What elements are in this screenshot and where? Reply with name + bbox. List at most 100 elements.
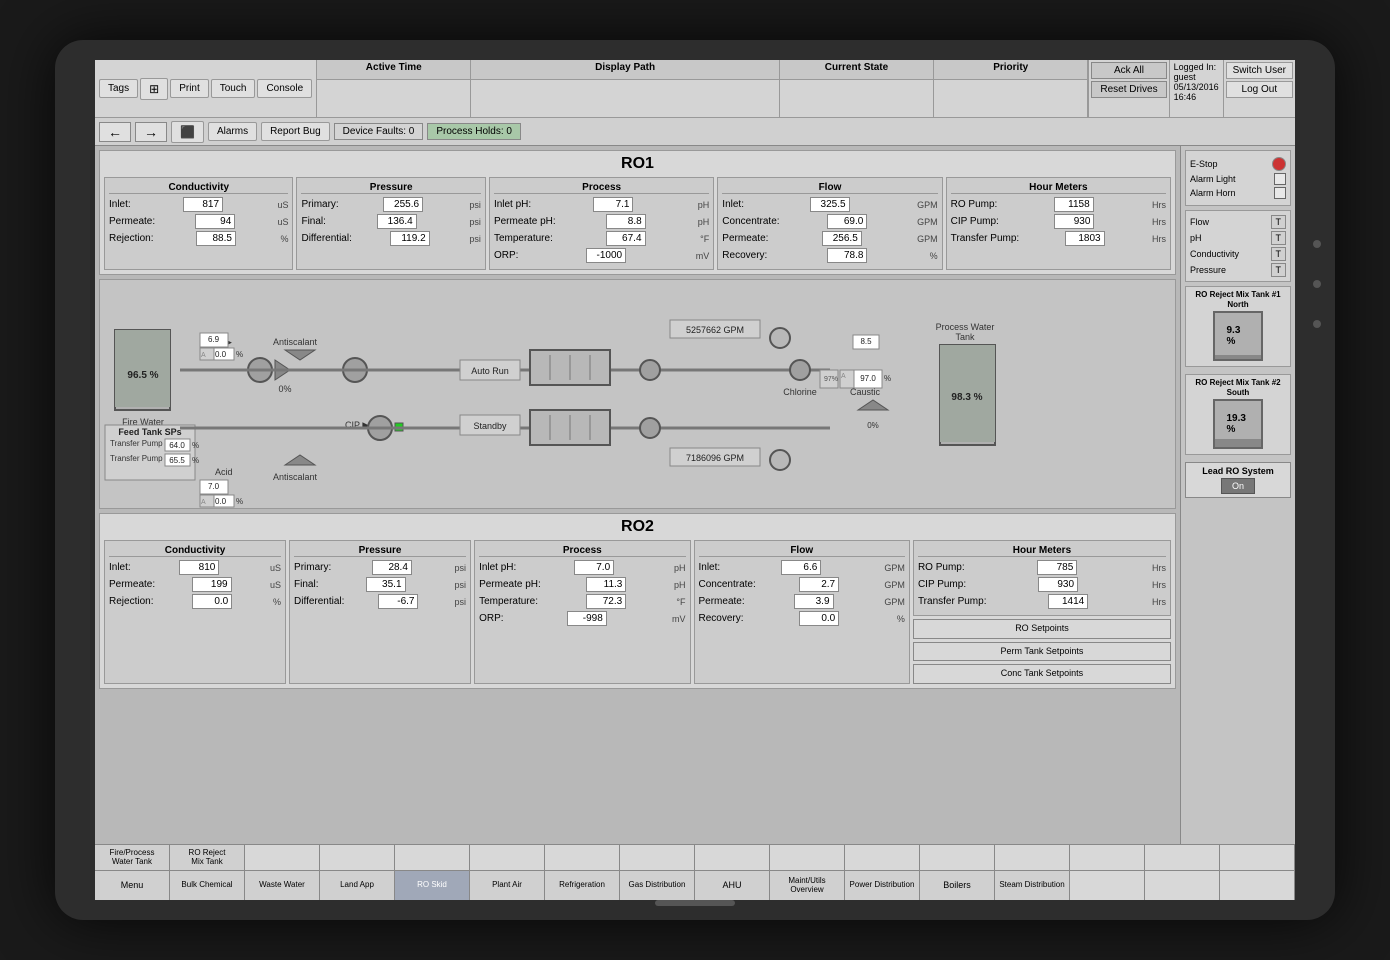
back-button[interactable]: ←: [99, 122, 131, 142]
tab-land-app[interactable]: Land App: [320, 871, 395, 900]
tab-maint-utils[interactable]: Maint/Utils Overview: [770, 871, 845, 900]
ro1-flow-inlet-label: Inlet:: [722, 199, 744, 210]
svg-text:97%: 97%: [824, 376, 838, 383]
svg-text:Feed Tank SPs: Feed Tank SPs: [118, 427, 181, 437]
tab-menu[interactable]: Menu: [95, 871, 170, 900]
switch-user-button[interactable]: Switch User: [1226, 62, 1293, 79]
ro1-cip-pump-row: CIP Pump: 930 Hrs: [951, 214, 1166, 229]
svg-text:Chlorine: Chlorine: [783, 387, 817, 397]
ro1-permeate-ph-unit: pH: [698, 217, 710, 227]
tab-ahu[interactable]: AHU: [695, 871, 770, 900]
report-bug-button[interactable]: Report Bug: [261, 122, 330, 141]
ro2-temp-label: Temperature:: [479, 596, 538, 607]
device-faults-badge: Device Faults: 0: [334, 123, 424, 140]
ro1-temp-row: Temperature: 67.4 °F: [494, 231, 709, 246]
ro1-flow-inlet-unit: GPM: [917, 200, 938, 210]
tab-waste-water[interactable]: Waste Water: [245, 871, 320, 900]
ro1-inlet-ph-label: Inlet pH:: [494, 199, 531, 210]
tab-refrigeration[interactable]: Refrigeration: [545, 871, 620, 900]
ro1-flow-permeate-label: Permeate:: [722, 233, 768, 244]
ro1-hour-meters: Hour Meters RO Pump: 1158 Hrs CIP Pump: …: [946, 177, 1171, 270]
ro2-panel: RO2 Conductivity Inlet: 810 uS Permeate:: [99, 513, 1176, 689]
top-bar: Tags ⊞ Print Touch Console Active Time D…: [95, 60, 1295, 118]
reset-drives-button[interactable]: Reset Drives: [1091, 81, 1166, 98]
conc-tank-setpoints-button[interactable]: Conc Tank Setpoints: [913, 664, 1171, 684]
side-button-top[interactable]: [1313, 240, 1321, 248]
camera-icon[interactable]: ⬛: [171, 121, 204, 143]
ro1-rejection-row: Rejection: 88.5 %: [109, 231, 288, 246]
ro1-ro-pump-unit: Hrs: [1152, 200, 1166, 210]
alarm-horn-indicator: [1274, 187, 1286, 199]
user-area: Logged In: guest 05/13/2016 16:46: [1170, 60, 1224, 117]
ro1-differential-label: Differential:: [301, 233, 351, 244]
tab-steam-dist[interactable]: Steam Distribution: [995, 871, 1070, 900]
perm-tank-setpoints-button[interactable]: Perm Tank Setpoints: [913, 642, 1171, 662]
ro2-inlet-value: 810: [179, 560, 219, 575]
tab-ro-reject[interactable]: RO RejectMix Tank: [170, 845, 245, 870]
flow-tag-label: Flow: [1190, 217, 1209, 227]
svg-text:%: %: [236, 350, 243, 359]
ro2-differential-row: Differential: -6.7 psi: [294, 594, 466, 609]
ro-setpoints-button[interactable]: RO Setpoints: [913, 619, 1171, 639]
ro2-conductivity: Conductivity Inlet: 810 uS Permeate: 199…: [104, 540, 286, 684]
ro1-transfer-pump-label: Transfer Pump:: [951, 233, 1020, 244]
flow-tag-button[interactable]: T: [1271, 215, 1287, 229]
side-button-mid[interactable]: [1313, 280, 1321, 288]
tab-boilers[interactable]: Boilers: [920, 871, 995, 900]
conductivity-tag-button[interactable]: T: [1271, 247, 1287, 261]
ro1-rejection-value: 88.5: [196, 231, 236, 246]
tab-bulk-chemical[interactable]: Bulk Chemical: [170, 871, 245, 900]
pressure-tag-button[interactable]: T: [1271, 263, 1287, 277]
ro1-transfer-pump-row: Transfer Pump: 1803 Hrs: [951, 231, 1166, 246]
ro2-concentrate-row: Concentrate: 2.7 GPM: [699, 577, 905, 592]
setpoints-area: RO Setpoints Perm Tank Setpoints Conc Ta…: [913, 619, 1171, 684]
priority-value: [934, 80, 1087, 117]
svg-text:Auto Run: Auto Run: [471, 366, 509, 376]
lead-ro-on-button[interactable]: On: [1221, 478, 1255, 494]
ro2-rejection-value: 0.0: [192, 594, 232, 609]
ack-all-button[interactable]: Ack All: [1091, 62, 1166, 79]
tab-power-dist[interactable]: Power Distribution: [845, 871, 920, 900]
console-button[interactable]: Console: [257, 79, 312, 98]
alarm-horn-label: Alarm Horn: [1190, 188, 1236, 198]
svg-text:Acid: Acid: [215, 467, 233, 477]
ro-reject-tank2-pct: 19.3 %: [1227, 413, 1250, 435]
priority-header: Priority: [934, 60, 1087, 80]
ro1-orp-value: -1000: [586, 248, 626, 263]
forward-button[interactable]: →: [135, 122, 167, 142]
ro1-ro-pump-label: RO Pump:: [951, 199, 998, 210]
logout-button[interactable]: Log Out: [1226, 81, 1293, 98]
touch-button[interactable]: Touch: [211, 79, 256, 98]
side-button-bot[interactable]: [1313, 320, 1321, 328]
tab-fire-water[interactable]: Fire/ProcessWater Tank: [95, 845, 170, 870]
pressure-tag-label: Pressure: [1190, 265, 1226, 275]
ph-tag-button[interactable]: T: [1271, 231, 1287, 245]
ro2-final-label: Final:: [294, 579, 318, 590]
ro2-orp-label: ORP:: [479, 613, 503, 624]
calculator-icon[interactable]: ⊞: [140, 78, 168, 100]
ro-reject-tank2: RO Reject Mix Tank #2 South 19.3 %: [1185, 374, 1291, 455]
tags-button[interactable]: Tags: [99, 79, 138, 98]
ro2-differential-unit: psi: [455, 597, 467, 607]
svg-text:7.0: 7.0: [208, 482, 220, 491]
top-bar-center: Active Time Display Path Current State P…: [316, 60, 1089, 117]
ro2-process-title: Process: [479, 545, 685, 557]
ro1-ro-pump-row: RO Pump: 1158 Hrs: [951, 197, 1166, 212]
print-button[interactable]: Print: [170, 79, 209, 98]
svg-text:Process Water: Process Water: [936, 322, 995, 332]
ro1-permeate-ph-label: Permeate pH:: [494, 216, 556, 227]
alarms-button[interactable]: Alarms: [208, 122, 257, 141]
ro2-concentrate-value: 2.7: [799, 577, 839, 592]
ro2-transfer-pump-row: Transfer Pump: 1414 Hrs: [918, 594, 1166, 609]
tab-ro-skid[interactable]: RO Skid: [395, 871, 470, 900]
home-button[interactable]: [655, 900, 735, 906]
ro2-flow-permeate-value: 3.9: [794, 594, 834, 609]
alarm-light-label: Alarm Light: [1190, 174, 1236, 184]
tab-gas-distribution[interactable]: Gas Distribution: [620, 871, 695, 900]
tab-plant-air[interactable]: Plant Air: [470, 871, 545, 900]
ro2-permeate-cond-label: Permeate:: [109, 579, 155, 590]
ro2-recovery-row: Recovery: 0.0 %: [699, 611, 905, 626]
tab-empty-5: [545, 845, 620, 870]
ro2-title: RO2: [104, 518, 1171, 536]
ro2-concentrate-label: Concentrate:: [699, 579, 756, 590]
